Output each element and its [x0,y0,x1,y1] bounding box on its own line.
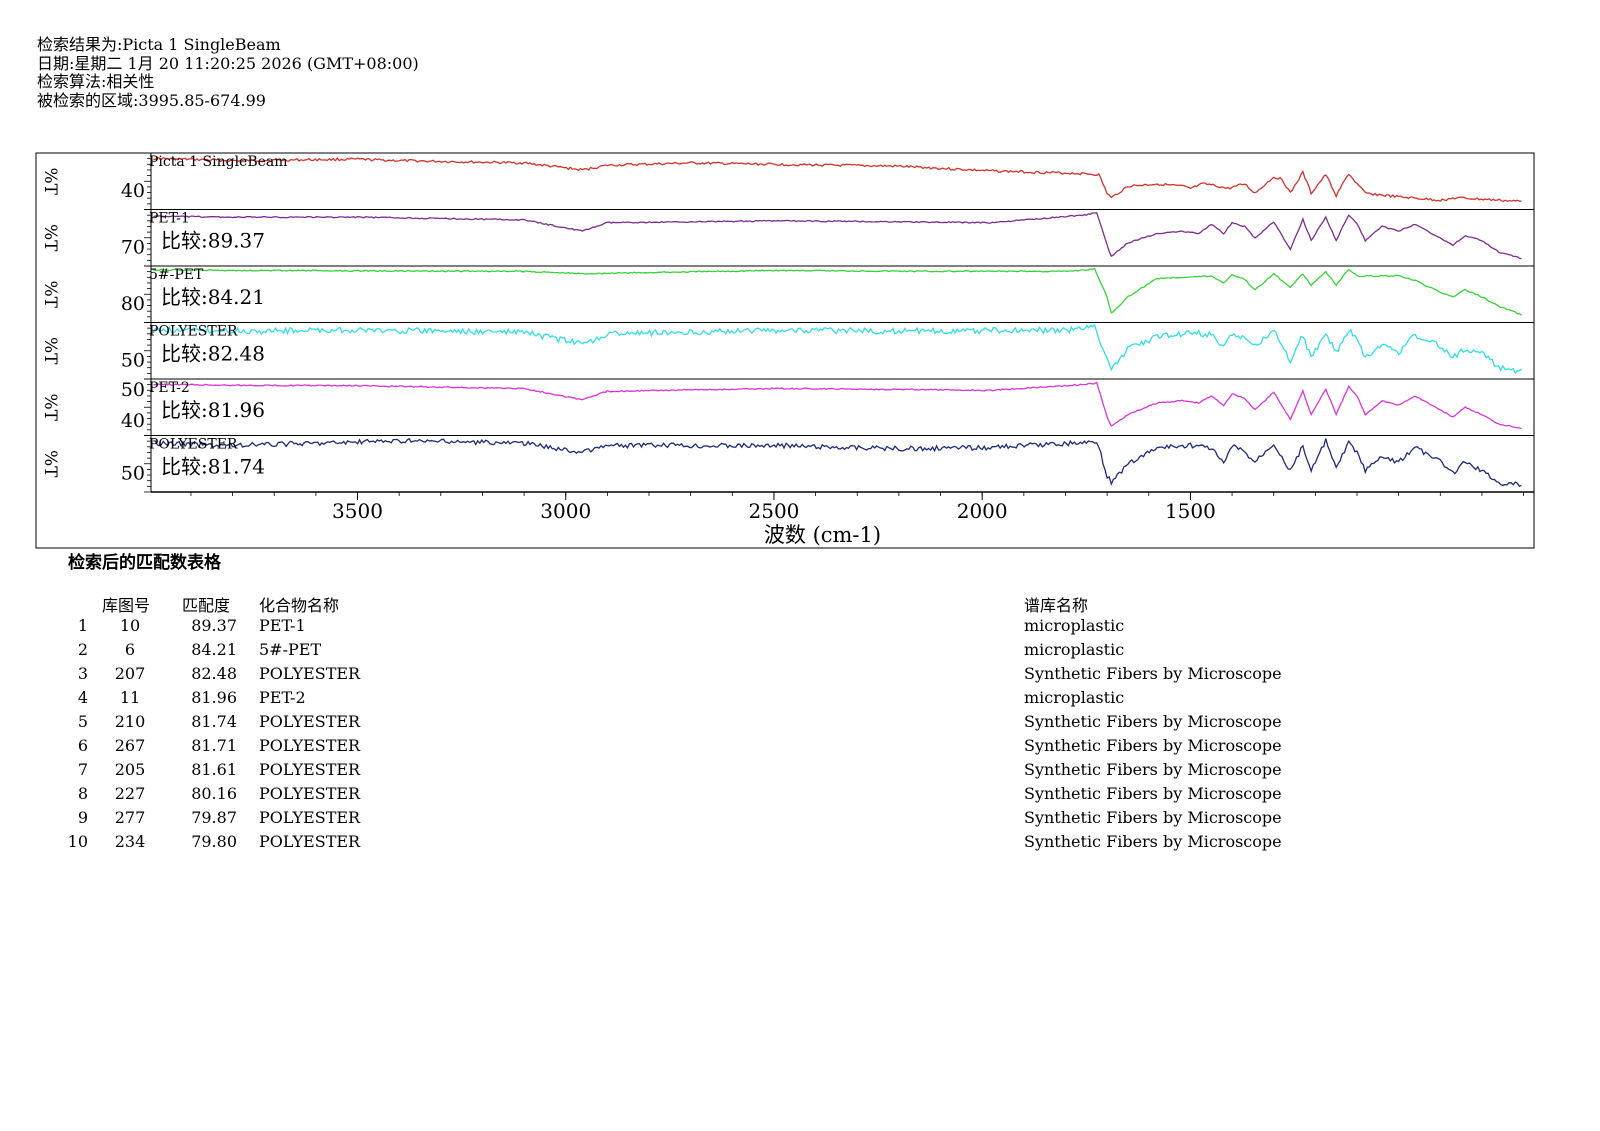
row-index: 2 [77,640,88,659]
library-number: 10 [119,616,141,635]
y-axis-label: %T [40,224,60,252]
y-tick-label: 50 [121,350,145,372]
compound-name: PET-1 [259,616,306,635]
row-index: 8 [77,784,88,803]
y-axis-label: %T [40,337,60,365]
header-library-name: 谱库名称 [1024,596,1089,615]
row-index: 7 [77,760,88,779]
row-index: 3 [77,664,88,683]
spectrum-name: PET-1 [149,211,190,227]
y-axis-label: %T [40,168,60,196]
spectrum-line [153,212,1522,260]
header-match-score: 匹配度 [182,596,231,615]
spectrum-line [153,381,1522,430]
y-tick-label: 80 [121,293,145,315]
row-index: 4 [77,688,88,707]
x-axis-label: 波数 (cm-1) [764,523,881,547]
header-compound-name: 化合物名称 [259,596,340,615]
library-name: Synthetic Fibers by Microscope [1024,832,1282,851]
spectrum-name: POLYESTER [149,437,238,453]
compare-score: 比较:82.48 [161,342,265,366]
match-score: 81.71 [191,736,237,755]
y-tick-label: 50 [121,379,145,401]
x-tick-label: 2500 [749,499,800,523]
spectrum-name: Picta 1 SingleBeam [149,154,288,170]
library-number: 227 [114,784,146,803]
compound-name: POLYESTER [259,736,361,755]
match-score: 81.74 [191,712,237,731]
compound-name: 5#-PET [259,640,322,659]
spectrum-name: POLYESTER [149,324,238,340]
library-number: 234 [114,832,146,851]
spectrum-name: 5#-PET [149,267,204,283]
library-number: 267 [114,736,146,755]
y-tick-label: 40 [121,180,145,202]
spectrum-line [153,437,1522,488]
compound-name: POLYESTER [259,712,361,731]
header-library-number: 库图号 [102,596,151,615]
library-name: Synthetic Fibers by Microscope [1024,736,1282,755]
match-score: 80.16 [191,784,237,803]
y-tick-label: 70 [121,237,145,259]
compare-score: 比较:81.74 [161,455,265,479]
match-score: 82.48 [191,664,237,683]
row-index: 6 [77,736,88,755]
compare-score: 比较:84.21 [161,285,265,309]
library-number: 210 [114,712,146,731]
library-name: Synthetic Fibers by Microscope [1024,784,1282,803]
library-name: Synthetic Fibers by Microscope [1024,760,1282,779]
x-tick-label: 3000 [540,499,591,523]
row-index: 9 [77,808,88,827]
library-number: 277 [114,808,146,827]
x-tick-label: 1500 [1165,499,1216,523]
match-score: 79.80 [191,832,237,851]
compound-name: POLYESTER [259,832,361,851]
y-axis-label: %T [40,450,60,478]
library-name: Synthetic Fibers by Microscope [1024,712,1282,731]
y-axis-label: %T [40,394,60,422]
compound-name: PET-2 [259,688,306,707]
library-name: microplastic [1024,688,1125,707]
library-number: 205 [114,760,146,779]
library-number: 207 [114,664,146,683]
spectrum-line [152,323,1522,375]
compound-name: POLYESTER [259,664,361,683]
y-tick-label: 40 [121,410,145,432]
match-score: 81.96 [191,688,237,707]
library-number: 6 [124,640,136,659]
library-name: microplastic [1024,640,1125,659]
library-name: microplastic [1024,616,1125,635]
library-number: 11 [119,688,141,707]
spectra-chart: %T 40Picta 1 SingleBeam%T 70PET-1比较:89.37%… [35,152,1535,549]
library-name: Synthetic Fibers by Microscope [1024,664,1282,683]
table-title: 检索后的匹配数表格 [68,553,221,573]
match-score: 84.21 [191,640,237,659]
y-axis-label: %T [40,281,60,309]
match-score: 81.61 [191,760,237,779]
y-tick-label: 50 [121,463,145,485]
compare-score: 比较:89.37 [161,229,265,253]
row-index: 1 [77,616,88,635]
match-score: 79.87 [191,808,237,827]
compound-name: POLYESTER [259,760,361,779]
row-index: 5 [77,712,88,731]
spectrum-line [153,156,1522,203]
match-score: 89.37 [191,616,237,635]
compound-name: POLYESTER [259,808,361,827]
compare-score: 比较:81.96 [161,398,265,422]
spectrum-line [153,267,1522,316]
spectrum-name: PET-2 [149,380,190,396]
x-tick-label: 3500 [332,499,383,523]
row-index: 10 [67,832,88,851]
x-tick-label: 2000 [957,499,1008,523]
compound-name: POLYESTER [259,784,361,803]
library-name: Synthetic Fibers by Microscope [1024,808,1282,827]
